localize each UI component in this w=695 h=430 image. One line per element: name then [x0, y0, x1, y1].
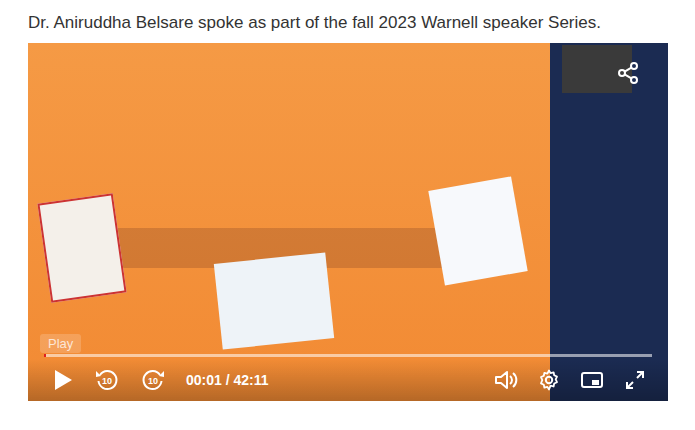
video-player[interactable]: Play 10 10 00:01 / 42:11: [28, 43, 668, 401]
progress-fill: [44, 354, 46, 357]
volume-icon: [494, 369, 518, 391]
settings-button[interactable]: [538, 369, 560, 391]
forward-button[interactable]: 10: [140, 367, 166, 393]
volume-button[interactable]: [494, 369, 518, 391]
slide-figure: [37, 193, 126, 303]
play-icon: [52, 368, 74, 392]
video-frame: [28, 43, 668, 401]
play-tooltip: Play: [40, 334, 81, 353]
pip-button[interactable]: [580, 370, 604, 390]
video-caption: Dr. Aniruddha Belsare spoke as part of t…: [28, 12, 695, 34]
slide-area: [28, 43, 550, 401]
control-bar: 10 10 00:01 / 42:11: [28, 359, 668, 401]
gear-icon: [538, 369, 560, 391]
share-icon: [616, 61, 640, 85]
progress-track[interactable]: [44, 354, 652, 357]
fullscreen-button[interactable]: [624, 369, 646, 391]
fullscreen-icon: [624, 369, 646, 391]
slide-map: [428, 176, 527, 285]
slide-map: [214, 252, 334, 349]
speaker-camera: [562, 45, 632, 93]
slide-sidebar: [550, 43, 668, 401]
skip-seconds: 10: [140, 367, 166, 393]
skip-seconds: 10: [94, 367, 120, 393]
rewind-button[interactable]: 10: [94, 367, 120, 393]
picture-in-picture-icon: [580, 370, 604, 390]
play-button[interactable]: [52, 368, 74, 392]
share-button[interactable]: [616, 61, 640, 85]
time-display: 00:01 / 42:11: [186, 372, 269, 388]
